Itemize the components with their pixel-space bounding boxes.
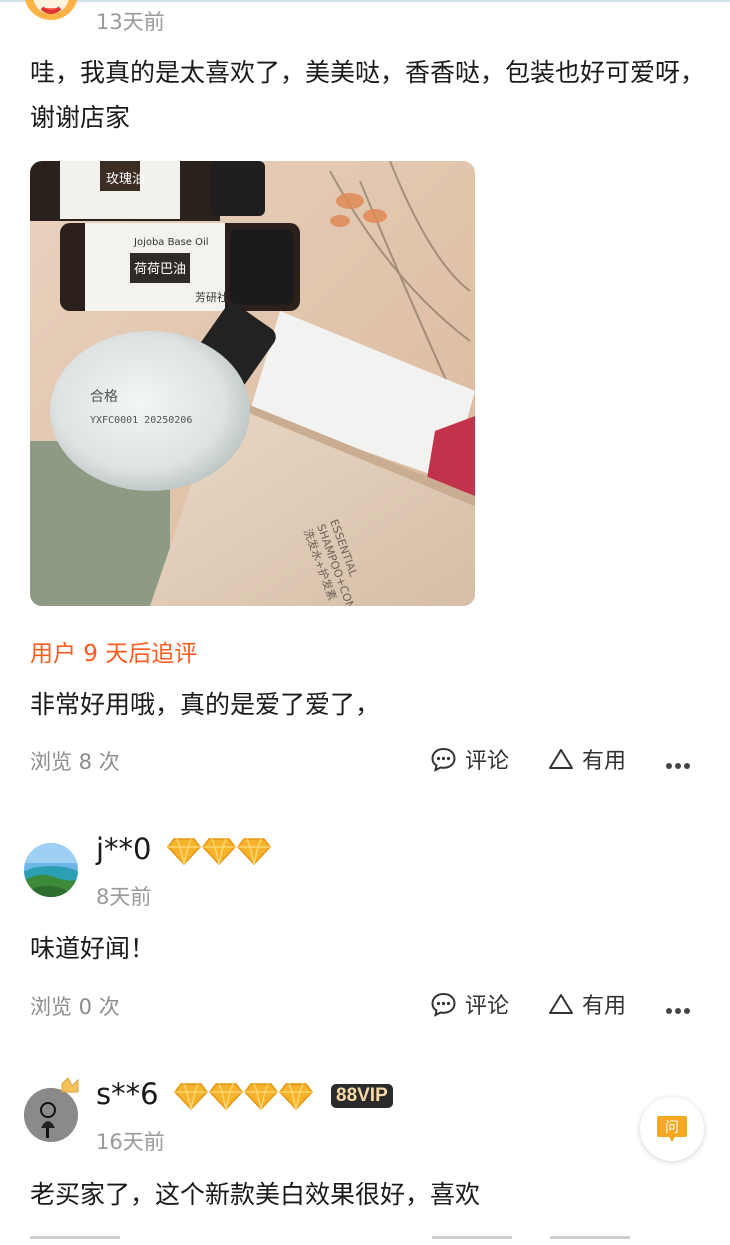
bottle3-label: 合格 xyxy=(90,389,118,405)
useful-label: 有用 xyxy=(582,994,627,1019)
views-count: 浏览 8 次 xyxy=(30,750,120,774)
diamond-icon xyxy=(173,1083,208,1110)
useful-button[interactable]: 有用 xyxy=(548,743,626,775)
ask-icon: 问 xyxy=(657,1116,687,1142)
useful-icon xyxy=(549,994,573,1014)
followup-label: 用户 9 天后追评 xyxy=(30,641,198,667)
username: j**0 xyxy=(96,832,272,866)
diamond-icon xyxy=(166,838,201,865)
comment-label: 评论 xyxy=(465,749,510,774)
bottle2-sub: Jojoba Base Oil xyxy=(133,237,209,248)
avatar[interactable] xyxy=(24,843,78,897)
diamond-icon xyxy=(278,1083,313,1110)
comment-icon xyxy=(431,992,456,1017)
followup-text: 非常好用哦，真的是爱了爱了， xyxy=(30,690,381,719)
diamond-icon xyxy=(236,838,271,865)
more-icon[interactable] xyxy=(665,755,691,774)
diamond-icon xyxy=(208,1083,243,1110)
bottle1-label: 玫瑰油 xyxy=(106,171,145,187)
bottle2-label: 荷荷巴油 xyxy=(134,262,186,277)
review-text: 哇，我真的是太喜欢了，美美哒，香香哒，包装也好可爱呀，谢谢店家 xyxy=(30,58,706,132)
review-time: 8天前 xyxy=(96,885,152,909)
review-photo[interactable]: ESSENTIAL SHAMPOO+CONDI 洗发水+护发素 玫瑰油 荷荷巴油… xyxy=(30,161,475,606)
ask-button[interactable]: 问 xyxy=(640,1097,704,1161)
username-text: j**0 xyxy=(96,832,152,866)
avatar[interactable] xyxy=(24,0,78,20)
views-count: 浏览 0 次 xyxy=(30,995,120,1019)
diamond-badges xyxy=(166,832,272,866)
ask-label: 问 xyxy=(665,1120,679,1136)
avatar[interactable] xyxy=(24,1077,79,1142)
comment-icon xyxy=(431,747,456,772)
username: s**6 88VIP xyxy=(96,1077,393,1111)
diamond-icon xyxy=(243,1083,278,1110)
brand-label: 芳研社 xyxy=(195,290,228,304)
useful-icon xyxy=(549,749,573,769)
review-time: 16天前 xyxy=(96,1130,165,1154)
comment-label: 评论 xyxy=(465,994,510,1019)
review-text: 味道好闻！ xyxy=(30,934,156,963)
username-text: s**6 xyxy=(96,1077,159,1111)
diamond-icon xyxy=(201,838,236,865)
more-icon[interactable] xyxy=(665,1000,691,1019)
useful-button[interactable]: 有用 xyxy=(548,988,626,1020)
comment-button[interactable]: 评论 xyxy=(430,988,509,1020)
diamond-badges xyxy=(173,1077,323,1111)
review-text: 老买家了，这个新款美白效果很好，喜欢 xyxy=(30,1180,481,1209)
comment-button[interactable]: 评论 xyxy=(430,743,509,775)
vip-badge: 88VIP xyxy=(331,1084,393,1108)
top-divider xyxy=(0,0,730,2)
bottle3-code: YXFC0001 20250206 xyxy=(90,415,192,426)
cut-off-footer xyxy=(0,1236,730,1245)
useful-label: 有用 xyxy=(582,749,627,774)
review-time: 13天前 xyxy=(96,10,165,34)
